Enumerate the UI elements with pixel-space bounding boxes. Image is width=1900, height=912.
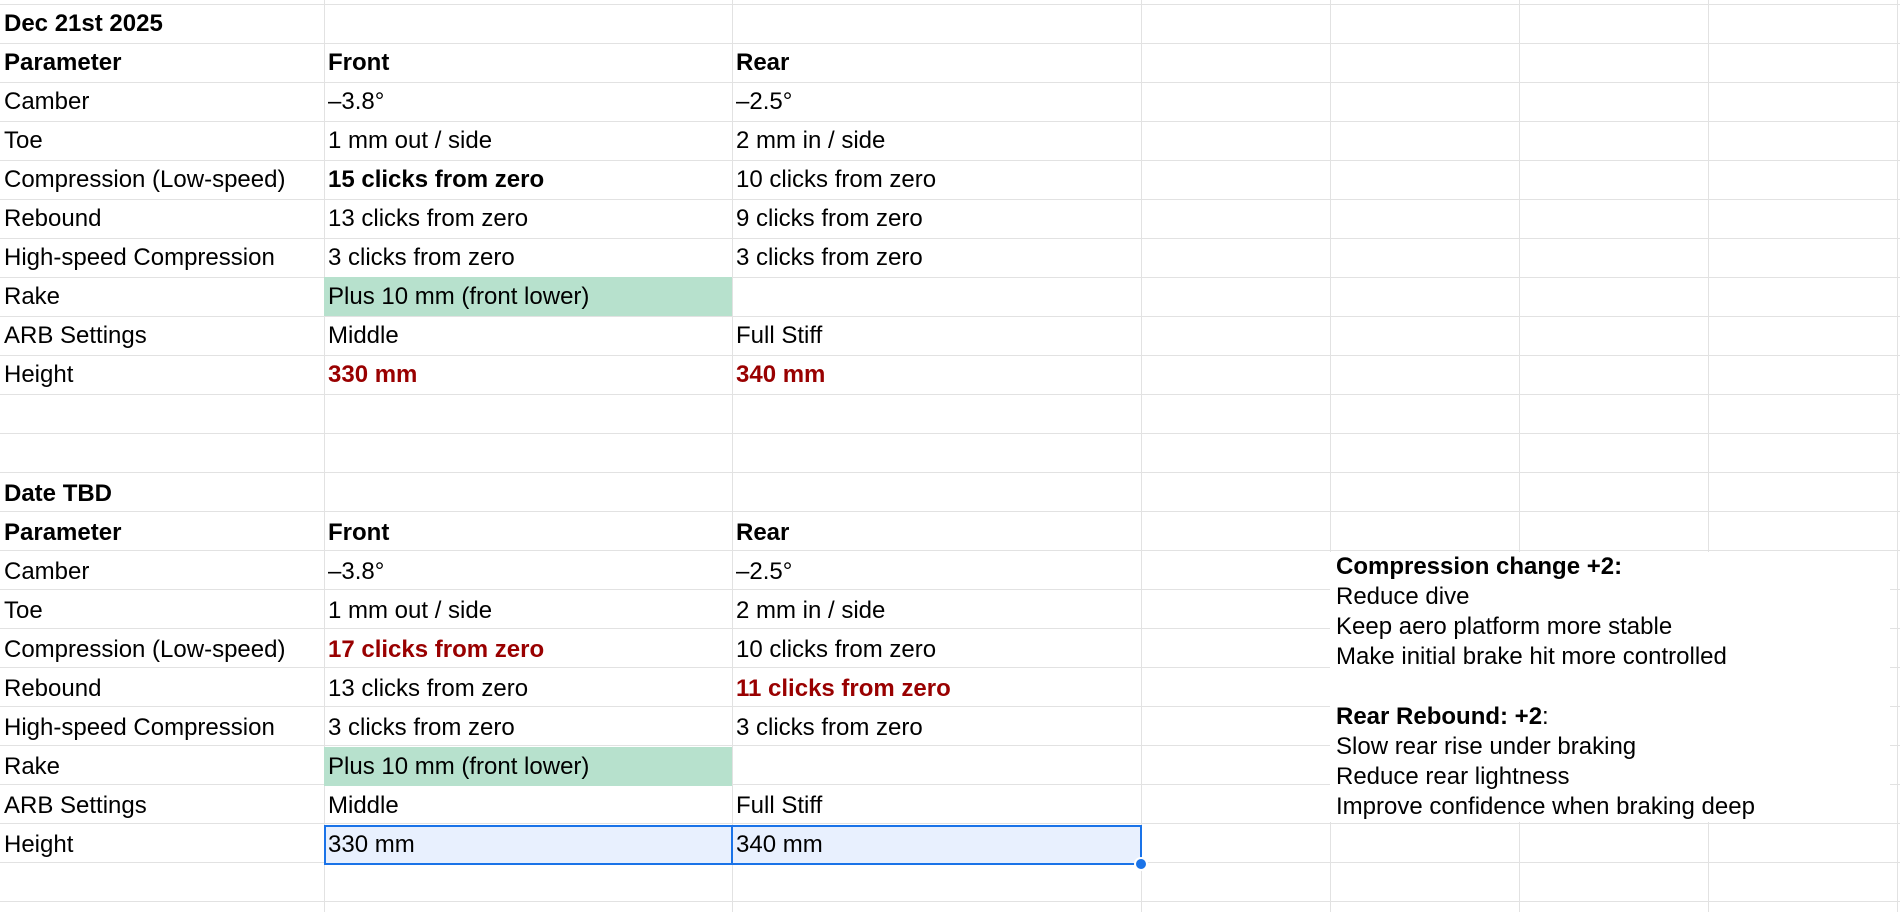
note-heading-compression: Compression change +2: xyxy=(1336,553,1623,580)
t2-header-rear[interactable]: Rear xyxy=(732,513,1141,552)
t2-param-toe[interactable]: Toe xyxy=(0,591,324,630)
t1-front-toe[interactable]: 1 mm out / side xyxy=(324,121,732,160)
t2-date-cell[interactable]: Date TBD xyxy=(0,474,324,513)
note-line: Make initial brake hit more controlled xyxy=(1336,643,1727,670)
t2-rear-rake[interactable] xyxy=(732,747,1141,786)
t1-param-hs-compression[interactable]: High-speed Compression xyxy=(0,238,324,277)
row-gridline xyxy=(0,472,1900,473)
t1-rear-toe[interactable]: 2 mm in / side xyxy=(732,121,1141,160)
t1-rear-arb[interactable]: Full Stiff xyxy=(732,316,1141,355)
t2-param-compression[interactable]: Compression (Low-speed) xyxy=(0,630,324,669)
t1-date-cell[interactable]: Dec 21st 2025 xyxy=(0,4,324,43)
t1-rear-hs-compression[interactable]: 3 clicks from zero xyxy=(732,238,1141,277)
t2-param-arb[interactable]: ARB Settings xyxy=(0,786,324,825)
column-gridline xyxy=(1141,0,1142,912)
t2-rear-height[interactable]: 340 mm xyxy=(732,825,1141,864)
column-gridline xyxy=(1897,0,1898,912)
t2-front-compression[interactable]: 17 clicks from zero xyxy=(324,630,732,669)
t2-front-arb[interactable]: Middle xyxy=(324,786,732,825)
t2-param-hs-compression[interactable]: High-speed Compression xyxy=(0,708,324,747)
t1-header-front[interactable]: Front xyxy=(324,43,732,82)
t2-front-hs-compression[interactable]: 3 clicks from zero xyxy=(324,708,732,747)
t1-rear-rake[interactable] xyxy=(732,277,1141,316)
t2-param-rake[interactable]: Rake xyxy=(0,747,324,786)
t1-rear-compression[interactable]: 10 clicks from zero xyxy=(732,160,1141,199)
t1-param-rake[interactable]: Rake xyxy=(0,277,324,316)
t1-rear-height[interactable]: 340 mm xyxy=(732,355,1141,394)
t1-front-height[interactable]: 330 mm xyxy=(324,355,732,394)
t2-rear-compression[interactable]: 10 clicks from zero xyxy=(732,630,1141,669)
t1-rear-rebound[interactable]: 9 clicks from zero xyxy=(732,199,1141,238)
t1-front-rake[interactable]: Plus 10 mm (front lower) xyxy=(324,277,732,316)
note-heading-rebound-line: Rear Rebound: +2: xyxy=(1336,702,1890,732)
t1-param-toe[interactable]: Toe xyxy=(0,121,324,160)
t1-front-compression[interactable]: 15 clicks from zero xyxy=(324,160,732,199)
t2-header-front[interactable]: Front xyxy=(324,513,732,552)
t1-front-rebound[interactable]: 13 clicks from zero xyxy=(324,199,732,238)
note-heading-rebound: Rear Rebound: +2 xyxy=(1336,703,1543,730)
t2-rear-camber[interactable]: –2.5° xyxy=(732,552,1141,591)
t2-front-rake[interactable]: Plus 10 mm (front lower) xyxy=(324,747,732,786)
t2-rear-toe[interactable]: 2 mm in / side xyxy=(732,591,1141,630)
note-line: Reduce dive xyxy=(1336,583,1470,610)
t1-front-arb[interactable]: Middle xyxy=(324,316,732,355)
t2-rear-rebound[interactable]: 11 clicks from zero xyxy=(732,669,1141,708)
t2-param-height[interactable]: Height xyxy=(0,825,324,864)
note-line: Slow rear rise under braking xyxy=(1336,733,1637,760)
row-gridline xyxy=(0,901,1900,902)
note-heading-rebound-suffix: : xyxy=(1542,703,1549,730)
t1-param-camber[interactable]: Camber xyxy=(0,82,324,121)
t1-front-camber[interactable]: –3.8° xyxy=(324,82,732,121)
t2-front-toe[interactable]: 1 mm out / side xyxy=(324,591,732,630)
note-line: Keep aero platform more stable xyxy=(1336,613,1673,640)
note-line: Reduce rear lightness xyxy=(1336,763,1570,790)
notes-textbox[interactable]: Compression change +2: Reduce dive Keep … xyxy=(1330,552,1890,822)
t2-param-camber[interactable]: Camber xyxy=(0,552,324,591)
note-spacer xyxy=(1336,672,1890,702)
row-gridline xyxy=(0,433,1900,434)
t1-param-compression[interactable]: Compression (Low-speed) xyxy=(0,160,324,199)
t1-front-hs-compression[interactable]: 3 clicks from zero xyxy=(324,238,732,277)
spreadsheet-grid[interactable]: Dec 21st 2025 Parameter Front Rear Cambe… xyxy=(0,0,1900,912)
t2-rear-hs-compression[interactable]: 3 clicks from zero xyxy=(732,708,1141,747)
t2-param-rebound[interactable]: Rebound xyxy=(0,669,324,708)
t2-front-rebound[interactable]: 13 clicks from zero xyxy=(324,669,732,708)
t2-front-camber[interactable]: –3.8° xyxy=(324,552,732,591)
fill-handle[interactable] xyxy=(1134,857,1148,871)
t1-param-rebound[interactable]: Rebound xyxy=(0,199,324,238)
t2-front-height[interactable]: 330 mm xyxy=(324,825,732,864)
t1-header-parameter[interactable]: Parameter xyxy=(0,43,324,82)
t1-header-rear[interactable]: Rear xyxy=(732,43,1141,82)
t2-rear-arb[interactable]: Full Stiff xyxy=(732,786,1141,825)
row-gridline xyxy=(0,394,1900,395)
t1-param-arb[interactable]: ARB Settings xyxy=(0,316,324,355)
t2-header-parameter[interactable]: Parameter xyxy=(0,513,324,552)
t1-param-height[interactable]: Height xyxy=(0,355,324,394)
t1-rear-camber[interactable]: –2.5° xyxy=(732,82,1141,121)
note-line: Improve confidence when braking deep xyxy=(1336,793,1755,820)
